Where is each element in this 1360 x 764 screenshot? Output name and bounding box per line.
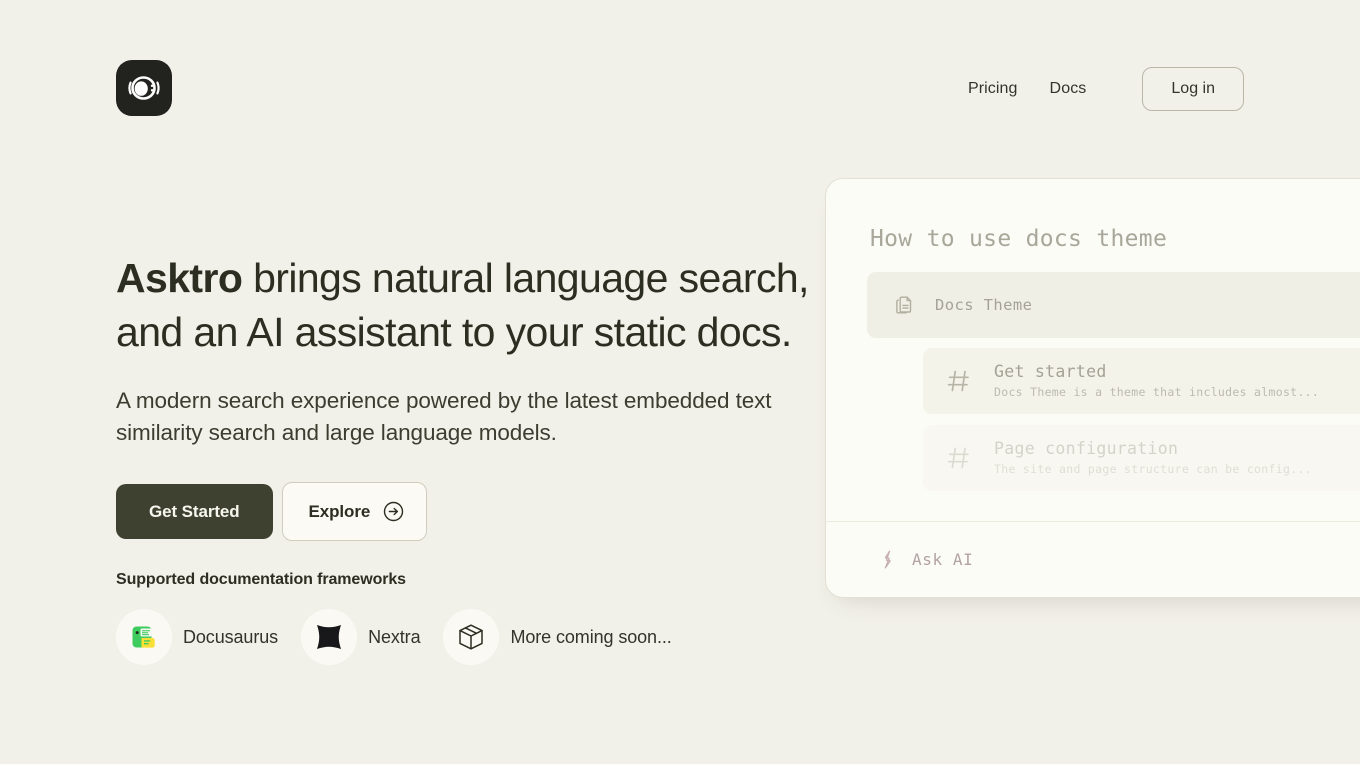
search-result-description: The site and page structure can be confi… bbox=[994, 462, 1312, 477]
hero-cta-row: Get Started Explore bbox=[116, 481, 816, 541]
hero-subheading: A modern search experience powered by th… bbox=[116, 385, 796, 449]
headline-line-1: Asktro brings natural language search, bbox=[116, 258, 816, 312]
subhead-line-1: A modern search experience powered by th… bbox=[116, 388, 730, 413]
explore-button[interactable]: Explore bbox=[281, 481, 428, 541]
nav-link-docs[interactable]: Docs bbox=[1050, 80, 1087, 98]
search-result-text: Page configuration The site and page str… bbox=[994, 438, 1312, 478]
documents-stack-icon bbox=[894, 294, 917, 317]
package-box-icon bbox=[443, 609, 500, 665]
asktro-eye-logo-icon[interactable] bbox=[116, 60, 172, 116]
hash-icon bbox=[945, 367, 973, 395]
supported-frameworks-section: Supported documentation frameworks Docus… bbox=[116, 571, 695, 665]
hero-section: Asktro brings natural language search, a… bbox=[116, 258, 816, 541]
main-navigation: Pricing Docs Log in bbox=[968, 67, 1244, 111]
frameworks-list: Docusaurus Nextra More coming soon... bbox=[116, 609, 695, 665]
framework-item-nextra[interactable]: Nextra bbox=[301, 609, 421, 665]
search-result-description: Docs Theme is a theme that includes almo… bbox=[994, 385, 1320, 400]
framework-item-docusaurus[interactable]: Docusaurus bbox=[116, 609, 278, 665]
search-sub-results: Get started Docs Theme is a theme that i… bbox=[867, 348, 1360, 491]
framework-label-docusaurus: Docusaurus bbox=[183, 626, 279, 647]
search-query-text[interactable]: How to use docs theme bbox=[826, 179, 1360, 252]
docusaurus-logo-icon bbox=[116, 609, 172, 665]
get-started-button[interactable]: Get Started bbox=[116, 483, 273, 539]
page-title: Asktro brings natural language search, a… bbox=[116, 258, 816, 366]
nextra-logo-icon bbox=[301, 609, 358, 665]
explore-button-label: Explore bbox=[308, 501, 371, 521]
headline-line-2: and an AI assistant to your static docs. bbox=[116, 309, 792, 355]
login-button[interactable]: Log in bbox=[1142, 67, 1244, 111]
site-header: Pricing Docs Log in bbox=[0, 0, 1360, 182]
search-result-item[interactable]: Page configuration The site and page str… bbox=[923, 425, 1360, 491]
search-result-title: Get started bbox=[994, 361, 1107, 381]
search-result-group[interactable]: Docs Theme bbox=[867, 272, 1360, 338]
search-result-title: Page configuration bbox=[994, 438, 1179, 458]
framework-label-nextra: Nextra bbox=[368, 626, 421, 647]
nav-link-pricing[interactable]: Pricing bbox=[968, 80, 1018, 98]
frameworks-title: Supported documentation frameworks bbox=[116, 571, 406, 588]
search-preview-panel: How to use docs theme Docs Theme Get sta… bbox=[825, 178, 1360, 598]
framework-label-more-coming-soon: More coming soon... bbox=[510, 626, 672, 647]
ask-ai-row[interactable]: Ask AI bbox=[826, 521, 1360, 597]
hash-icon bbox=[945, 444, 973, 472]
framework-item-more-coming-soon: More coming soon... bbox=[443, 609, 672, 665]
search-result-text: Get started Docs Theme is a theme that i… bbox=[994, 361, 1319, 401]
lightning-sparkle-icon bbox=[877, 549, 898, 570]
search-result-group-label: Docs Theme bbox=[935, 296, 1033, 314]
search-results-list: Docs Theme Get started Docs Theme is a t… bbox=[826, 252, 1360, 521]
search-preview-panel-wrapper: How to use docs theme Docs Theme Get sta… bbox=[825, 178, 1360, 598]
search-result-item[interactable]: Get started Docs Theme is a theme that i… bbox=[923, 348, 1360, 414]
headline-line-1-rest: brings natural language search, bbox=[242, 255, 809, 301]
arrow-right-circle-icon bbox=[383, 501, 404, 522]
brand-name-emphasis: Asktro bbox=[116, 255, 243, 301]
ask-ai-label: Ask AI bbox=[912, 550, 974, 569]
